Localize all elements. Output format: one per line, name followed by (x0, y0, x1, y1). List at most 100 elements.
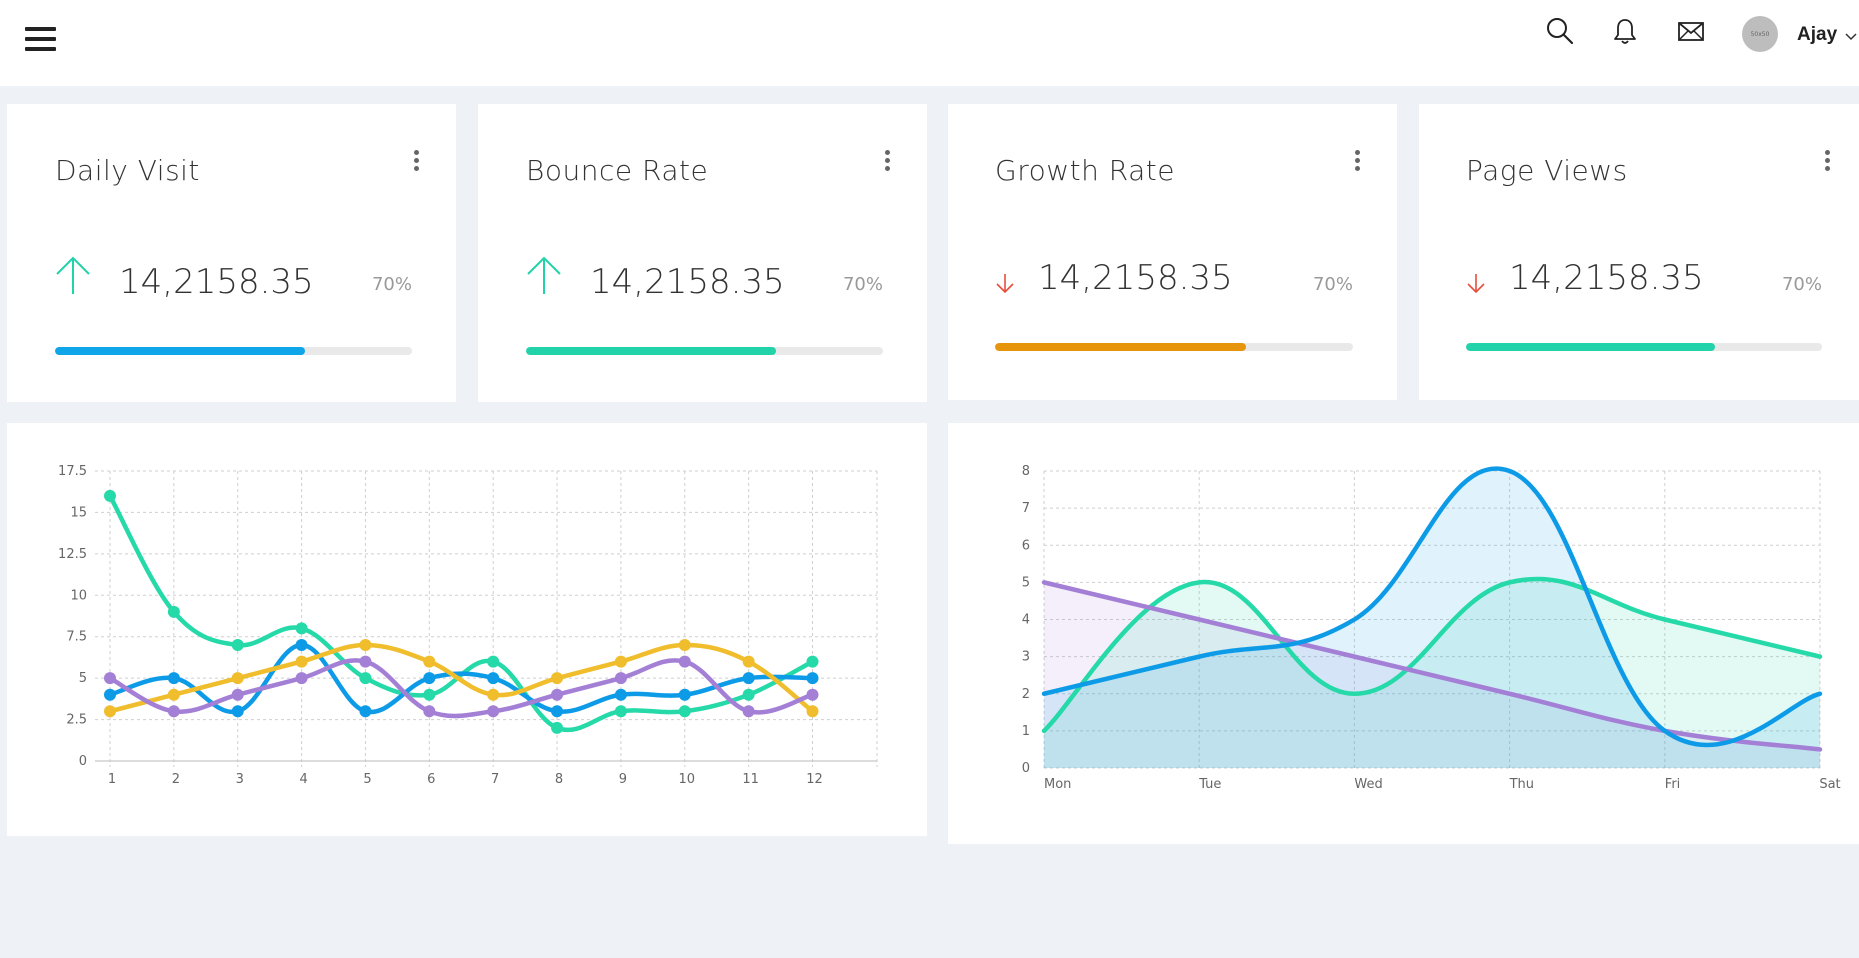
data-point (231, 688, 244, 701)
card-daily-visit: Daily Visit 14,2158.35 70% (7, 104, 456, 402)
progress-bar (1466, 343, 1822, 351)
data-point (231, 639, 244, 651)
data-point (806, 688, 819, 701)
avatar[interactable]: 50x50 (1742, 16, 1778, 52)
card-value: 14,2158.35 (1509, 258, 1704, 298)
chevron-down-icon[interactable] (1845, 33, 1857, 41)
x-tick-label: 1 (108, 772, 116, 787)
data-point (551, 688, 564, 701)
line-chart: 02.557.51012.51517.51 2 3 4 5 6 7 8 9 10 11 12 (58, 464, 878, 787)
progress-fill (1466, 343, 1716, 351)
card-value: 14,2158.35 (590, 262, 785, 302)
data-point (551, 721, 564, 734)
data-point (359, 655, 372, 668)
series-line (107, 493, 815, 732)
progress-fill (55, 347, 305, 355)
data-point (295, 622, 308, 635)
x-tick-label: Sat (1819, 777, 1840, 792)
data-point (806, 655, 819, 668)
y-tick-label: 2.5 (66, 713, 87, 728)
x-tick-label: Tue (1198, 777, 1221, 792)
x-tick-label: 8 (555, 772, 563, 787)
menu-icon[interactable] (25, 27, 56, 51)
y-tick-label: 12.5 (58, 547, 87, 562)
data-point (167, 705, 180, 718)
data-point (295, 639, 308, 651)
x-tick-label: 5 (363, 772, 371, 787)
data-point (295, 655, 308, 668)
x-tick-label: 9 (619, 772, 627, 787)
search-icon[interactable] (1545, 16, 1575, 46)
data-point (678, 639, 691, 651)
y-tick-label: 4 (1022, 613, 1030, 628)
y-tick-label: 10 (70, 588, 87, 603)
x-tick-label: Thu (1509, 777, 1534, 792)
y-tick-label: 0 (1022, 761, 1030, 776)
data-point (104, 672, 116, 685)
data-point (487, 672, 500, 685)
data-point (614, 688, 627, 701)
arrow-down-icon (996, 274, 1014, 294)
navbar-edge (0, 72, 8, 86)
area-chart-panel: 0 1 2 3 4 5 6 7 8 Mon Tue Wed Thu Fri Sat (948, 423, 1859, 844)
data-point (678, 688, 691, 701)
progress-fill (995, 343, 1246, 351)
data-point (104, 705, 116, 718)
bell-icon[interactable] (1610, 16, 1640, 46)
data-point (359, 672, 372, 685)
data-point (487, 688, 500, 701)
card-growth-rate: Growth Rate 14,2158.35 70% (948, 104, 1397, 400)
data-point (742, 672, 755, 685)
y-tick-label: 3 (1022, 650, 1030, 665)
y-tick-label: 5 (1022, 575, 1030, 590)
x-tick-label: 12 (806, 772, 823, 787)
y-tick-label: 15 (70, 505, 87, 520)
y-tick-label: 7.5 (66, 630, 87, 645)
card-value: 14,2158.35 (119, 262, 314, 302)
data-point (742, 705, 755, 718)
y-tick-label: 5 (79, 671, 87, 686)
y-tick-label: 17.5 (58, 464, 87, 479)
progress-fill (526, 347, 776, 355)
username[interactable]: Ajay (1797, 24, 1837, 46)
progress-bar (995, 343, 1353, 351)
x-tick-label: 2 (172, 772, 180, 787)
data-point (678, 655, 691, 668)
data-point (806, 705, 819, 718)
data-point (742, 688, 755, 701)
x-tick-label: Mon (1044, 777, 1071, 792)
data-point (614, 672, 627, 685)
y-tick-label: 7 (1022, 501, 1030, 516)
card-page-views: Page Views 14,2158.35 70% (1419, 104, 1859, 400)
data-point (295, 672, 308, 685)
x-tick-label: 7 (491, 772, 499, 787)
more-vertical-icon[interactable] (1353, 150, 1361, 176)
data-point (678, 705, 691, 718)
card-title: Growth Rate (995, 154, 1175, 187)
data-point (423, 655, 436, 668)
data-point (487, 655, 500, 668)
data-point (423, 688, 436, 701)
x-tick-label: Wed (1354, 777, 1382, 792)
data-point (359, 705, 372, 718)
data-point (551, 705, 564, 718)
data-point (231, 705, 244, 718)
area-chart: 0 1 2 3 4 5 6 7 8 Mon Tue Wed Thu Fri Sat (1022, 464, 1841, 792)
line-chart-panel: 0 2.5 5 7.5 10 12.5 15 17.5 1 2 3 4 5 6 7 8 9 10 11 12 (7, 423, 927, 836)
more-vertical-icon[interactable] (883, 150, 891, 176)
arrow-down-icon (1467, 274, 1485, 294)
data-point (167, 688, 180, 701)
data-point (231, 672, 244, 685)
more-vertical-icon[interactable] (412, 150, 420, 176)
mail-icon[interactable] (1676, 16, 1706, 46)
card-title: Bounce Rate (526, 154, 709, 187)
y-tick-label: 2 (1022, 687, 1030, 702)
x-tick-label: 3 (236, 772, 244, 787)
y-tick-label: 6 (1022, 538, 1030, 553)
more-vertical-icon[interactable] (1823, 150, 1831, 176)
data-point (806, 672, 819, 685)
y-tick-label: 8 (1022, 464, 1030, 479)
card-value: 14,2158.35 (1038, 258, 1233, 298)
data-point (104, 489, 116, 502)
x-tick-label: 6 (427, 772, 435, 787)
